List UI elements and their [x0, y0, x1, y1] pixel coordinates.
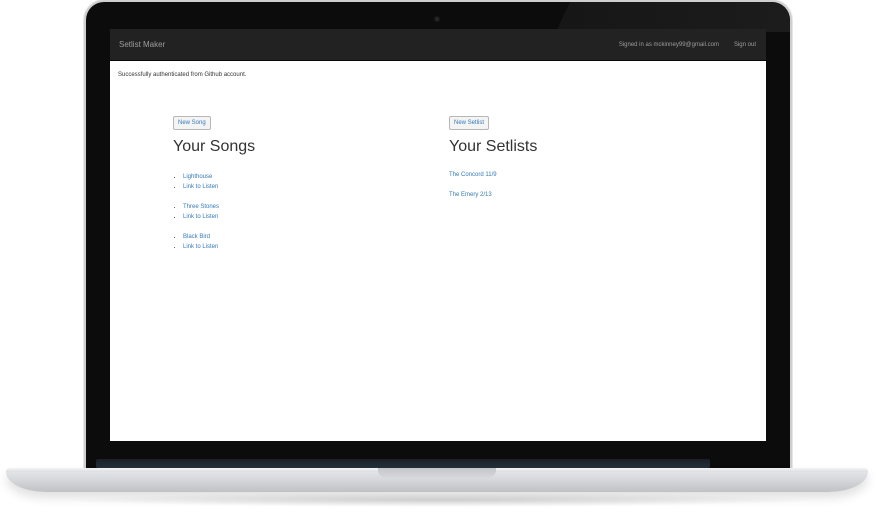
songs-heading: Your Songs: [173, 138, 256, 155]
song-list-item: Three Stones Link to Listen: [173, 202, 255, 222]
song-listen-item: Link to Listen: [183, 182, 255, 192]
brand-link[interactable]: Setlist Maker: [119, 40, 165, 49]
song-list-item: Black Bird Link to Listen: [173, 232, 255, 252]
bezel-strip: [96, 459, 710, 468]
new-song-button[interactable]: New Song: [173, 116, 211, 130]
listen-link[interactable]: Link to Listen: [183, 184, 218, 190]
signed-in-text: Signed in as mckinney99@gmail.com: [618, 41, 719, 48]
song-title-item: Three Stones: [183, 202, 255, 212]
navbar-right: Signed in as mckinney99@gmail.com Sign o…: [619, 42, 756, 48]
flash-message: Successfully authenticated from Github a…: [118, 72, 247, 78]
navbar: Setlist Maker Signed in as mckinney99@gm…: [110, 29, 766, 61]
song-title-link[interactable]: Lighthouse: [183, 174, 212, 180]
song-listen-item: Link to Listen: [183, 242, 255, 252]
setlists-heading: Your Setlists: [449, 138, 538, 155]
camera-icon: [434, 16, 440, 22]
song-list-item: Lighthouse Link to Listen: [173, 172, 255, 192]
lid-glare: [556, 2, 790, 32]
song-listen-item: Link to Listen: [183, 212, 255, 222]
song-title-item: Black Bird: [183, 232, 255, 242]
song-title-item: Lighthouse: [183, 172, 255, 182]
sign-out-link[interactable]: Sign out: [734, 42, 756, 48]
song-title-link[interactable]: Three Stones: [183, 204, 219, 210]
listen-link[interactable]: Link to Listen: [183, 244, 218, 250]
songs-column: New Song Your Songs Lighthouse Link to L…: [173, 111, 255, 262]
laptop-base: [6, 468, 868, 492]
laptop-shadow: [60, 493, 820, 507]
listen-link[interactable]: Link to Listen: [183, 214, 218, 220]
new-setlist-button[interactable]: New Setlist: [449, 116, 490, 130]
setlist-link[interactable]: The Emery 2/13: [449, 192, 537, 198]
song-title-link[interactable]: Black Bird: [183, 234, 210, 240]
setlists-column: New Setlist Your Setlists The Concord 11…: [449, 111, 537, 212]
browser-screen: Setlist Maker Signed in as mckinney99@gm…: [110, 29, 766, 441]
opening-notch: [378, 468, 496, 478]
setlist-link[interactable]: The Concord 11/9: [449, 172, 537, 178]
